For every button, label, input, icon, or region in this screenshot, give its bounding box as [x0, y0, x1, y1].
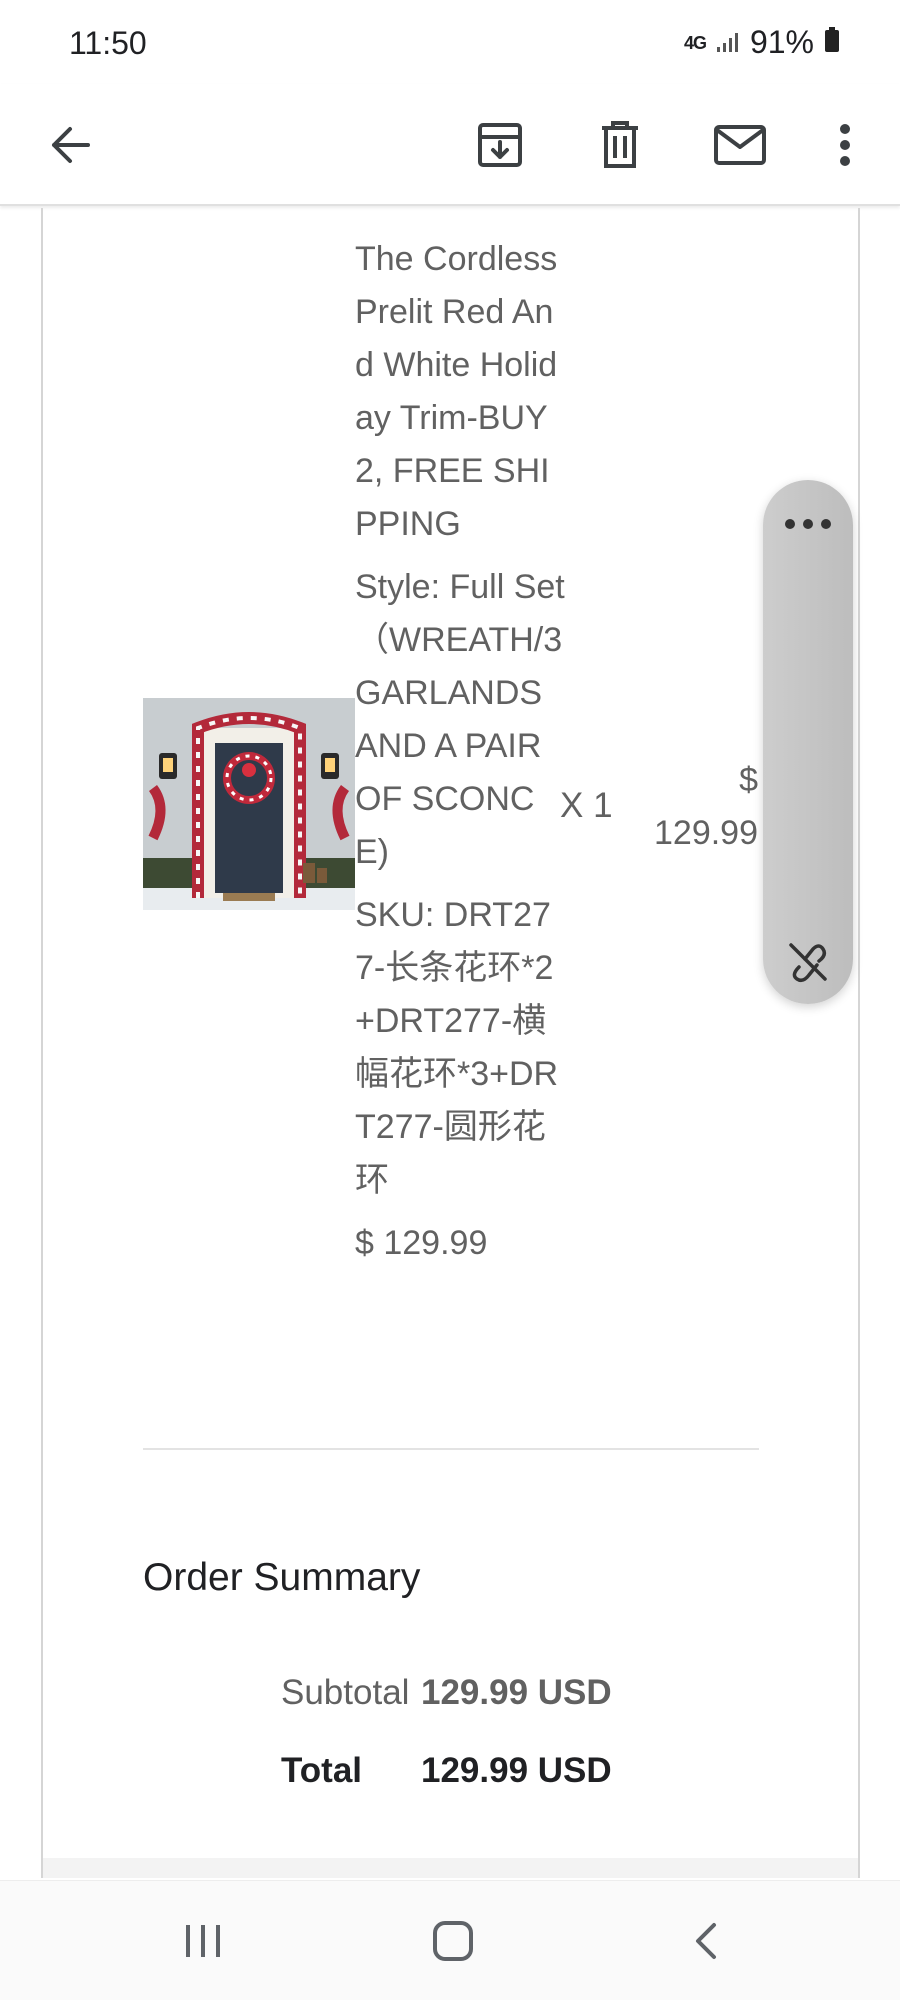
divider — [143, 1448, 759, 1450]
email-toolbar — [0, 84, 900, 206]
status-indicators: 4G 91% — [684, 24, 840, 61]
order-summary-title: Order Summary — [143, 1556, 421, 1599]
delete-icon[interactable] — [585, 110, 655, 180]
home-icon[interactable] — [418, 1911, 488, 1971]
email-frame-footer — [43, 1858, 858, 1878]
total-value: 129.99 USD — [421, 1751, 612, 1790]
status-time: 11:50 — [69, 25, 147, 61]
more-vert-icon[interactable] — [810, 110, 880, 180]
back-icon[interactable] — [670, 1911, 740, 1971]
quantity: X 1 — [560, 786, 613, 825]
battery-icon — [824, 24, 840, 61]
back-arrow-icon[interactable] — [34, 110, 104, 180]
mail-icon[interactable] — [705, 110, 775, 180]
floating-edge-panel[interactable] — [763, 480, 853, 1004]
more-horiz-icon[interactable] — [778, 494, 838, 554]
subtotal-label: Subtotal — [281, 1673, 410, 1712]
pin-off-icon[interactable] — [778, 932, 838, 992]
system-nav-bar — [0, 1880, 900, 2000]
battery-percent: 91% — [749, 24, 814, 60]
product-style: Style: Full Set（WREATH/3 GARLANDS AND A … — [355, 568, 565, 871]
subtotal-value: 129.99 USD — [421, 1673, 612, 1712]
network-type-label: 4G — [683, 32, 707, 53]
signal-icon — [716, 24, 740, 61]
product-details: The Cordless Prelit Red And White Holida… — [355, 233, 565, 1280]
email-body: The Cordless Prelit Red And White Holida… — [0, 208, 900, 1880]
line-total: $ 129.99 — [654, 761, 758, 852]
product-image — [143, 698, 355, 910]
product-name: The Cordless Prelit Red And White Holida… — [355, 240, 558, 543]
unit-price: $ 129.99 — [355, 1224, 488, 1262]
recents-icon[interactable] — [168, 1911, 238, 1971]
product-sku: SKU: DRT277-长条花环*2+DRT277-横幅花环*3+DRT277-… — [355, 896, 559, 1199]
total-label: Total — [281, 1751, 363, 1790]
status-bar: 11:50 4G 91% — [0, 0, 900, 84]
archive-icon[interactable] — [465, 110, 535, 180]
